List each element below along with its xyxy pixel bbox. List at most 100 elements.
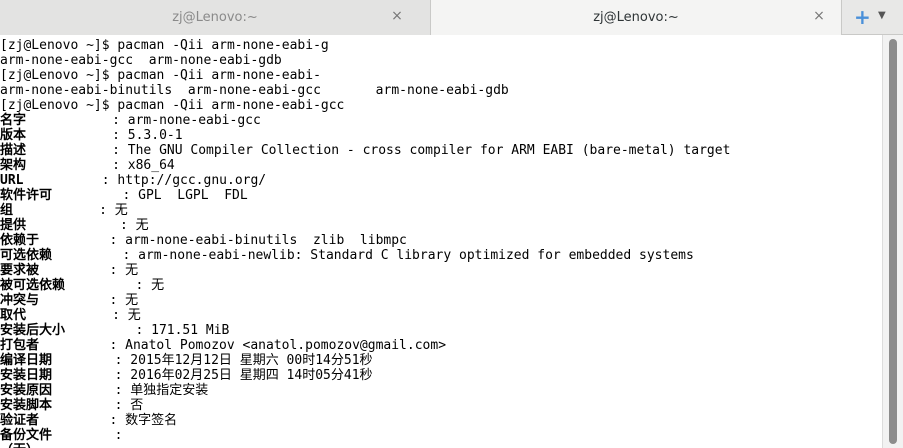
info-key: 安装脚本 <box>0 398 53 413</box>
info-value: : arm-none-eabi-binutils zlib libmpc <box>109 233 407 248</box>
info-key: URL <box>0 173 24 188</box>
info-line: 可选依赖 : arm-none-eabi-newlib: Standard C … <box>0 248 694 263</box>
info-pad <box>26 113 112 128</box>
info-key: 架构 <box>0 158 27 173</box>
info-key: 安装日期 <box>0 368 53 383</box>
info-pad <box>52 428 115 443</box>
plus-icon[interactable]: + <box>854 6 871 28</box>
info-value: : 171.51 MiB <box>135 323 230 338</box>
info-pad <box>26 128 112 143</box>
info-line: 依赖于 : arm-none-eabi-binutils zlib libmpc <box>0 233 407 248</box>
command-text: pacman -Qii arm-none-eabi-gcc <box>117 98 345 113</box>
info-key: 版本 <box>0 128 27 143</box>
new-tab-button[interactable]: + ▼ <box>848 6 900 30</box>
terminal-output[interactable]: [zj@Lenovo ~]$ pacman -Qii arm-none-eabi… <box>0 35 882 448</box>
command-text: pacman -Qii arm-none-eabi-g <box>117 38 329 53</box>
info-pad <box>26 218 120 233</box>
info-value: : <box>114 428 123 443</box>
info-line: 描述 : The GNU Compiler Collection - cross… <box>0 143 730 158</box>
info-value: : Anatol Pomozov <anatol.pomozov@gmail.c… <box>109 338 447 353</box>
scrollbar[interactable] <box>882 35 903 448</box>
shell-prompt: [zj@Lenovo ~]$ <box>0 98 118 113</box>
info-line: 安装原因 : 单独指定安装 <box>0 383 208 398</box>
info-key: 组 <box>0 203 14 218</box>
info-value: : GPL LGPL FDL <box>122 188 248 203</box>
output-line: arm-none-eabi-binutils arm-none-eabi-gcc… <box>0 83 509 98</box>
info-key: 要求被 <box>0 263 40 278</box>
info-value: : x86_64 <box>112 158 175 173</box>
info-value: : arm-none-eabi-newlib: Standard C libra… <box>122 248 694 263</box>
tab-title: zj@Lenovo:~ <box>593 10 679 25</box>
info-key: 描述 <box>0 143 27 158</box>
info-key: 备份文件 <box>0 428 53 443</box>
info-pad <box>65 323 135 338</box>
info-key: 名字 <box>0 113 27 128</box>
info-key: 编译日期 <box>0 353 53 368</box>
info-pad <box>39 413 109 428</box>
info-line: 组 : 无 <box>0 203 128 218</box>
info-key: 安装后大小 <box>0 323 66 338</box>
info-line: 安装脚本 : 否 <box>0 398 143 413</box>
info-value: : 2015年12月12日 星期六 00时14分51秒 <box>114 353 373 368</box>
info-pad <box>39 263 109 278</box>
info-line: 取代 : 无 <box>0 308 141 323</box>
tab-bar: zj@Lenovo:~ × zj@Lenovo:~ × + ▼ <box>0 0 903 35</box>
info-value: : 5.3.0-1 <box>112 128 183 143</box>
info-pad <box>39 233 109 248</box>
info-pad <box>52 248 122 263</box>
info-key: 验证者 <box>0 413 40 428</box>
info-line: （无） <box>0 443 39 448</box>
info-value: : 否 <box>114 398 144 413</box>
info-value: : 无 <box>109 293 139 308</box>
info-value: : 2016年02月25日 星期四 14时05分41秒 <box>114 368 373 383</box>
info-pad <box>65 278 135 293</box>
info-line: 被可选依赖 : 无 <box>0 278 164 293</box>
command-line: [zj@Lenovo ~]$ pacman -Qii arm-none-eabi… <box>0 98 344 113</box>
info-line: 打包者 : Anatol Pomozov <anatol.pomozov@gma… <box>0 338 446 353</box>
shell-prompt: [zj@Lenovo ~]$ <box>0 38 118 53</box>
info-key: 取代 <box>0 308 27 323</box>
info-key: 依赖于 <box>0 233 40 248</box>
command-text: pacman -Qii arm-none-eabi- <box>117 68 321 83</box>
info-key: 软件许可 <box>0 188 53 203</box>
info-value: : 无 <box>135 278 165 293</box>
command-line: [zj@Lenovo ~]$ pacman -Qii arm-none-eabi… <box>0 68 321 83</box>
tab-terminal-2-active[interactable]: zj@Lenovo:~ × <box>430 0 842 35</box>
info-key: 被可选依赖 <box>0 278 66 293</box>
info-pad <box>52 353 115 368</box>
info-key: （无） <box>0 443 39 448</box>
tab-terminal-1[interactable]: zj@Lenovo:~ × <box>0 0 430 35</box>
info-value: : 无 <box>112 308 141 323</box>
info-line: 备份文件 : <box>0 428 122 443</box>
info-pad <box>39 293 109 308</box>
info-pad <box>23 173 101 188</box>
info-pad <box>52 188 122 203</box>
info-key: 冲突与 <box>0 293 40 308</box>
shell-prompt: [zj@Lenovo ~]$ <box>0 68 118 83</box>
close-icon[interactable]: × <box>811 8 827 24</box>
info-pad <box>13 203 99 218</box>
scrollbar-thumb[interactable] <box>889 39 897 444</box>
info-value: : 数字签名 <box>109 413 178 428</box>
info-line: 冲突与 : 无 <box>0 293 138 308</box>
info-value: : The GNU Compiler Collection - cross co… <box>112 143 731 158</box>
info-key: 提供 <box>0 218 27 233</box>
info-value: : http://gcc.gnu.org/ <box>101 173 267 188</box>
info-line: 名字 : arm-none-eabi-gcc <box>0 113 261 128</box>
info-value: : 无 <box>99 203 128 218</box>
info-line: 编译日期 : 2015年12月12日 星期六 00时14分51秒 <box>0 353 373 368</box>
info-line: 软件许可 : GPL LGPL FDL <box>0 188 248 203</box>
info-key: 安装原因 <box>0 383 53 398</box>
close-icon[interactable]: × <box>389 8 405 24</box>
command-line: [zj@Lenovo ~]$ pacman -Qii arm-none-eabi… <box>0 38 329 53</box>
info-pad <box>52 368 115 383</box>
chevron-down-icon[interactable]: ▼ <box>878 10 886 21</box>
info-pad <box>26 308 112 323</box>
info-value: : arm-none-eabi-gcc <box>112 113 261 128</box>
info-line: 提供 : 无 <box>0 218 149 233</box>
output-line: arm-none-eabi-gcc arm-none-eabi-gdb <box>0 53 282 68</box>
info-line: 版本 : 5.3.0-1 <box>0 128 183 143</box>
info-line: 架构 : x86_64 <box>0 158 175 173</box>
output-text: arm-none-eabi-gcc arm-none-eabi-gdb <box>0 53 282 68</box>
info-line: 要求被 : 无 <box>0 263 138 278</box>
